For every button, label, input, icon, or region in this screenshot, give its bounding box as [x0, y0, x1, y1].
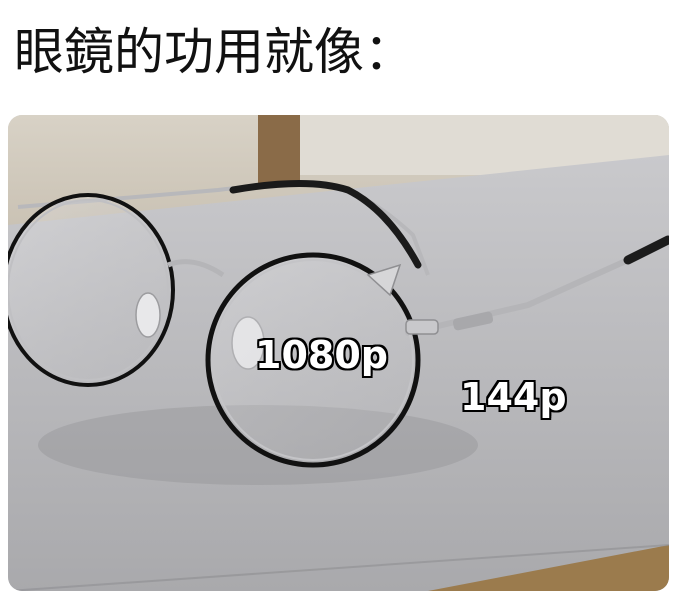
meme-caption: 眼鏡的功用就像：	[14, 23, 414, 81]
eyeglasses-photo: 1080p 144p	[8, 115, 669, 591]
door-frame	[258, 115, 300, 185]
label-inside-lens: 1080p	[255, 333, 388, 377]
label-outside-lens: 144p	[460, 375, 567, 419]
hinge	[405, 319, 439, 335]
